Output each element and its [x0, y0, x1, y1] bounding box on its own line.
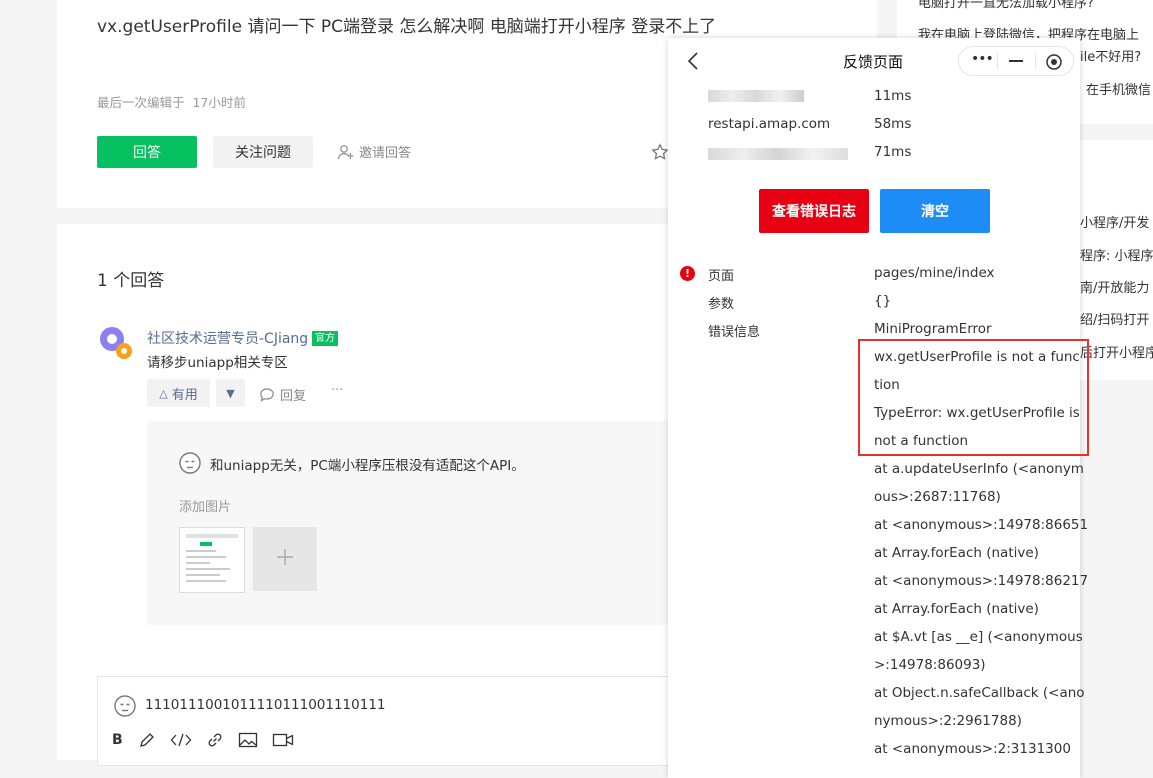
error-line: >:14978:86093)	[874, 657, 986, 673]
official-badge: 官方	[312, 331, 338, 346]
error-line: at Array.forEach (native)	[874, 601, 1039, 617]
add-image-label: 添加图片	[179, 500, 232, 515]
blurred-host	[708, 90, 804, 102]
answer-body: 请移步uniapp相关专区	[147, 355, 288, 371]
last-edited: 最后一次编辑于 17小时前	[97, 95, 246, 110]
network-host: restapi.amap.com	[708, 116, 831, 132]
invite-answer-button[interactable]: 邀请回答	[337, 142, 411, 161]
close-target-icon[interactable]	[1045, 53, 1063, 71]
thumb-line	[186, 550, 216, 552]
capsule-menu: •••	[958, 46, 1074, 76]
clear-button[interactable]: 清空	[880, 189, 990, 233]
error-label: 错误信息	[708, 325, 761, 340]
add-image-button[interactable]	[253, 527, 317, 591]
network-time: 58ms	[874, 116, 912, 132]
answers-count: 1 个回答	[97, 271, 165, 291]
link-icon[interactable]	[206, 731, 224, 749]
error-line: at Array.forEach (native)	[874, 545, 1039, 561]
related-item[interactable]: 南/开放能力	[1080, 277, 1149, 296]
error-line: at Object.n.safeCallback (<ano	[874, 685, 1085, 701]
related-item[interactable]: 小程序/开发	[1080, 212, 1149, 231]
more-icon[interactable]: ···	[331, 383, 343, 398]
code-icon[interactable]	[170, 731, 192, 749]
error-alert-icon: !	[680, 266, 695, 281]
capsule-divider	[1035, 53, 1036, 69]
avatar[interactable]	[98, 325, 134, 361]
page-label: 页面	[708, 269, 735, 284]
editor-toolbar: B	[112, 731, 294, 749]
error-line: ous>:2687:11768)	[874, 489, 1001, 505]
sidebar-line: 在手机微信	[1086, 83, 1152, 98]
answer-button[interactable]: 回答	[97, 136, 197, 168]
error-line: at $A.vt [as __e] (<anonymous	[874, 629, 1083, 645]
star-icon[interactable]	[651, 143, 669, 161]
useful-button[interactable]: △ 有用	[147, 379, 210, 407]
error-line: at <anonymous>:14978:86217	[874, 573, 1089, 589]
invite-label: 邀请回答	[359, 146, 412, 161]
back-arrow-icon[interactable]	[686, 51, 702, 71]
face-icon	[178, 451, 202, 475]
triangle-down-icon: ▼	[226, 386, 235, 400]
thumb-accent	[200, 542, 212, 546]
thumb-up-icon: △	[159, 386, 168, 400]
downvote-button[interactable]: ▼	[216, 379, 245, 407]
thumb-line	[186, 568, 230, 570]
error-type: MiniProgramError	[874, 321, 992, 337]
image-thumbnail[interactable]	[179, 527, 245, 593]
blurred-host	[708, 148, 848, 160]
error-line: at a.updateUserInfo (<anonym	[874, 461, 1084, 477]
error-line: at <anonymous>:14978:86651	[874, 517, 1089, 533]
thumb-line	[186, 556, 226, 558]
network-time: 11ms	[874, 88, 912, 104]
popup-title: 反馈页面	[843, 53, 904, 71]
reply-button[interactable]: 回复	[259, 385, 306, 404]
minimize-icon[interactable]	[1009, 60, 1023, 62]
more-icon[interactable]: •••	[971, 51, 994, 67]
reply-label: 回复	[280, 389, 307, 404]
answer-author[interactable]: 社区技术运营专员-CJiang	[147, 328, 308, 348]
face-icon	[113, 694, 137, 718]
editor-box[interactable]	[97, 676, 697, 766]
pen-icon[interactable]	[138, 731, 156, 749]
params-label: 参数	[708, 297, 735, 312]
image-icon[interactable]	[238, 731, 258, 749]
related-item[interactable]: 程序: 小程序/	[1080, 245, 1153, 264]
thumb-bar	[186, 534, 238, 538]
page-value: pages/mine/index	[874, 265, 995, 281]
params-value: {}	[874, 293, 892, 309]
video-icon[interactable]	[272, 731, 294, 749]
useful-label: 有用	[171, 387, 198, 403]
bold-icon[interactable]: B	[112, 732, 124, 748]
follow-button-label: 关注问题	[235, 145, 291, 161]
sidebar-line: ile不好用?	[1080, 50, 1142, 65]
sidebar-line[interactable]: 电脑打开一直无法加载小程序?	[918, 0, 1094, 11]
question-title: vx.getUserProfile 请问一下 PC端登录 怎么解决啊 电脑端打开…	[97, 17, 717, 37]
network-time: 71ms	[874, 144, 912, 160]
thumb-line	[186, 562, 210, 564]
clear-label: 清空	[921, 204, 949, 220]
editor-text[interactable]: 1110111001011110111001110111	[145, 697, 386, 713]
follow-question-button[interactable]: 关注问题	[213, 136, 313, 168]
capsule-divider	[997, 53, 998, 69]
comment-icon	[259, 387, 275, 403]
reply-panel	[147, 421, 677, 625]
thumb-line	[186, 574, 220, 576]
add-user-icon	[337, 143, 355, 161]
related-item[interactable]: 绍/扫码打开	[1080, 309, 1149, 328]
error-line: nymous>:2:2961788)	[874, 713, 1022, 729]
plus-icon	[276, 548, 294, 570]
error-line: at <anonymous>:2:3131300	[874, 741, 1071, 757]
highlight-annotation	[858, 339, 1089, 456]
thumb-line	[186, 580, 226, 582]
reply-text: 和uniapp无关，PC端小程序压根没有适配这个API。	[210, 458, 525, 474]
answer-button-label: 回答	[133, 145, 161, 161]
related-item[interactable]: 后打开小程序	[1080, 342, 1153, 361]
view-error-log-label: 查看错误日志	[772, 204, 856, 220]
view-error-log-button[interactable]: 查看错误日志	[759, 189, 869, 233]
